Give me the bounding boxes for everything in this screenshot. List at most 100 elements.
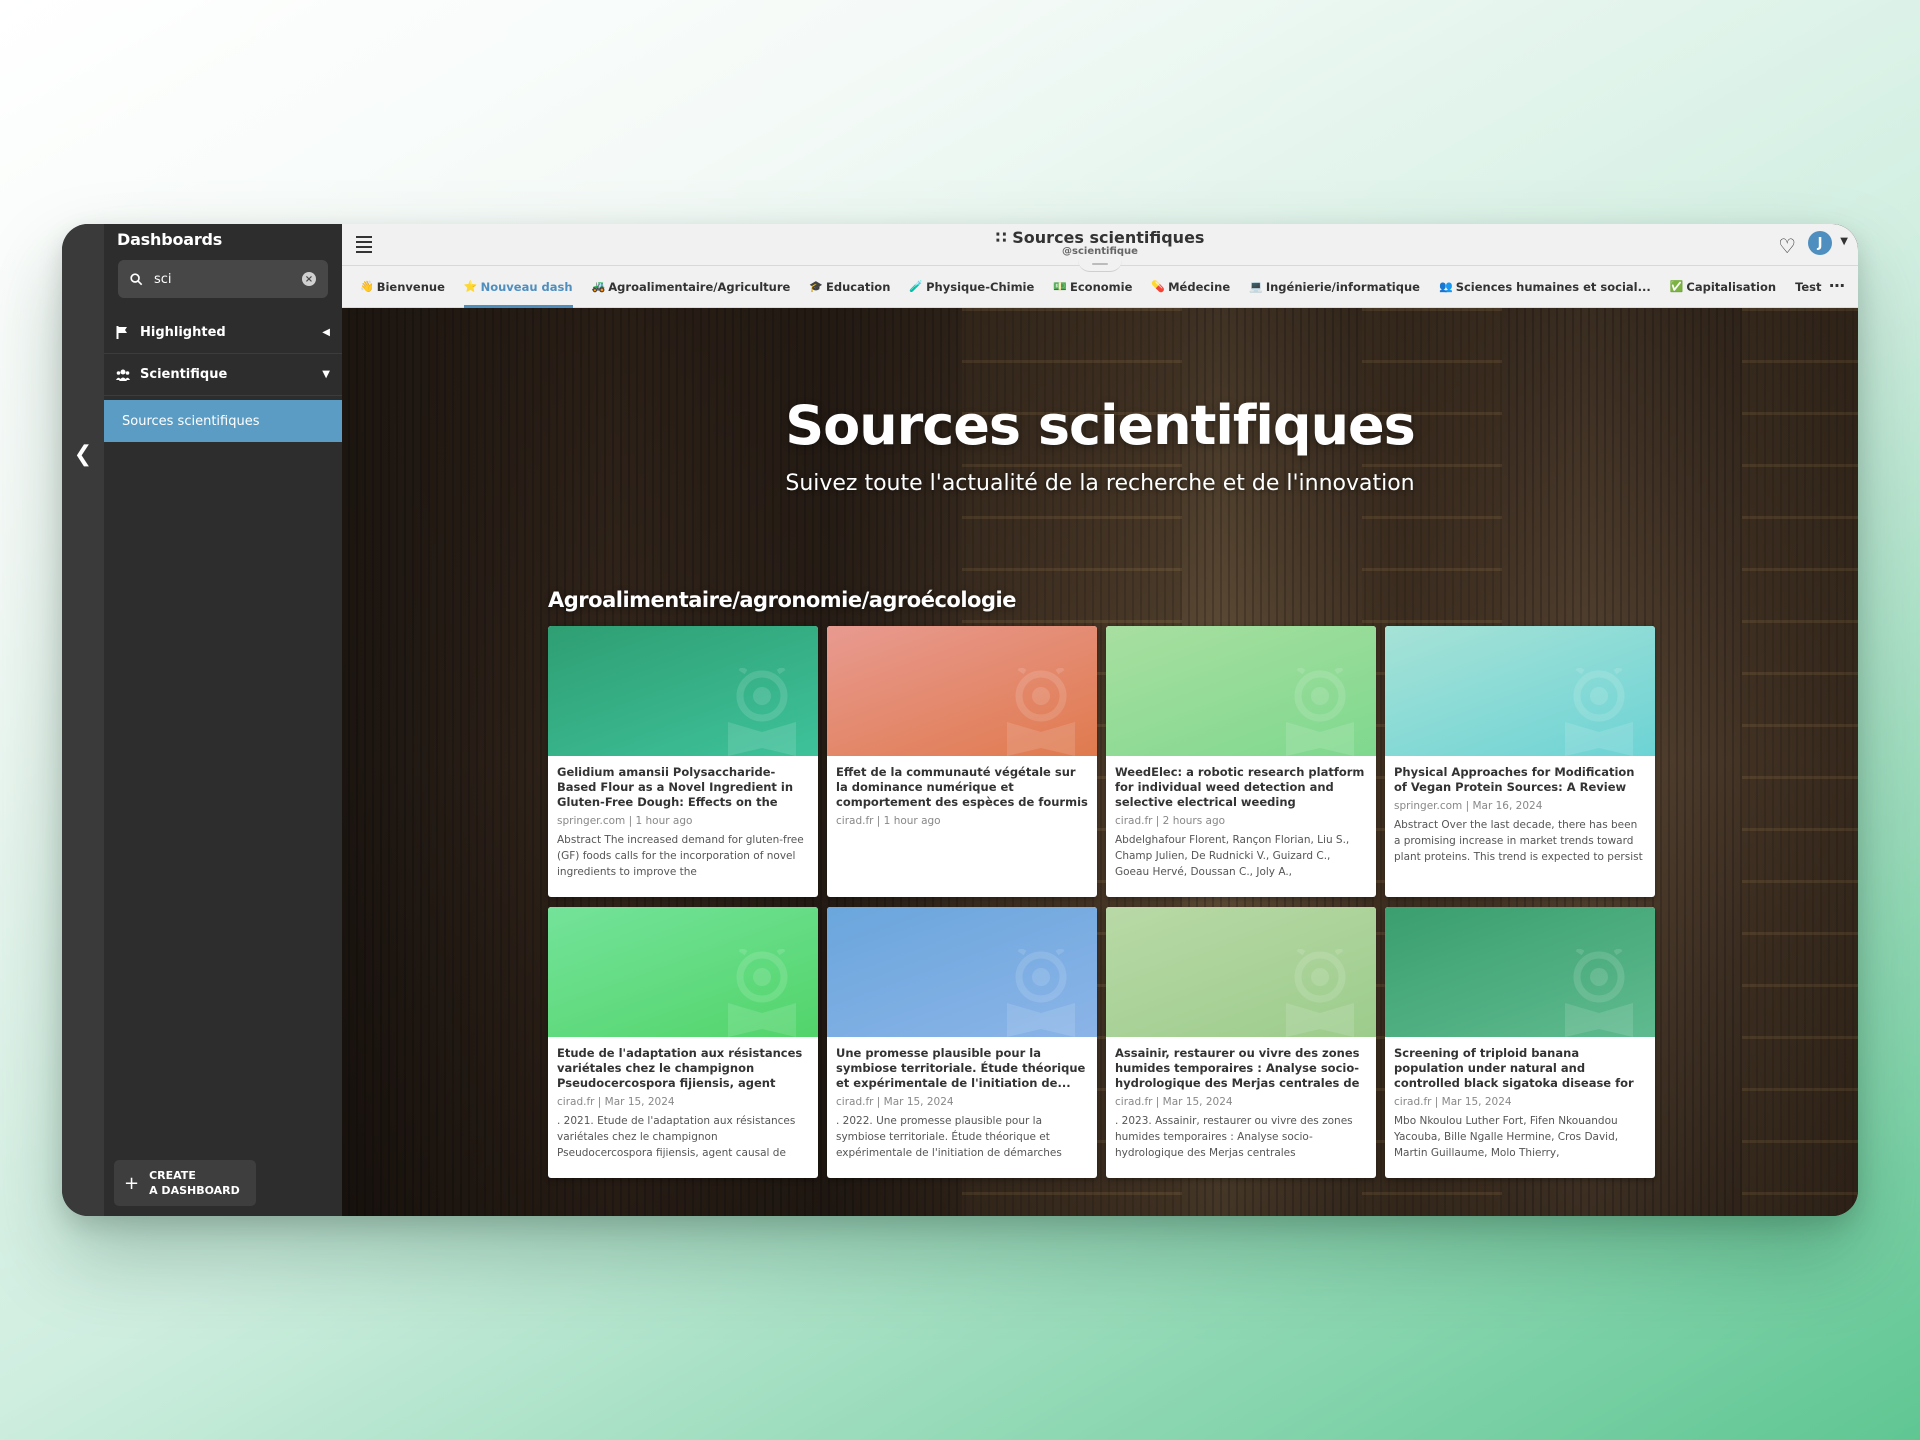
app-window: ❮ Dashboards × Highlighted ◀ Scientifiqu… <box>62 224 1858 1216</box>
article-card[interactable]: Gelidium amansii Polysaccharide-Based Fl… <box>548 626 818 897</box>
flag-icon <box>116 326 140 339</box>
article-meta: cirad.fr | Mar 15, 2024 <box>836 1096 954 1108</box>
article-card[interactable]: WeedElec: a robotic research platform fo… <box>1106 626 1376 897</box>
sidebar: Dashboards × Highlighted ◀ Scientifique … <box>104 224 342 1216</box>
sidebar-title: Dashboards <box>117 230 223 249</box>
hero-subtitle: Suivez toute l'actualité de la recherche… <box>785 471 1415 496</box>
wave-icon: 👋 <box>360 280 374 293</box>
mascot-icon <box>728 668 796 756</box>
dashboard-title: Sources scientifiques <box>1012 228 1205 247</box>
article-meta: cirad.fr | Mar 15, 2024 <box>557 1096 675 1108</box>
tab-test[interactable]: Test <box>1795 266 1821 308</box>
plus-icon: + <box>124 1172 140 1194</box>
article-excerpt: . 2022. Une promesse plausible pour la s… <box>836 1115 1062 1159</box>
search-icon <box>118 272 154 286</box>
article-grid: Gelidium amansii Polysaccharide-Based Fl… <box>548 626 1655 1178</box>
sidebar-item-sources-scientifiques[interactable]: Sources scientifiques <box>104 400 342 442</box>
article-title[interactable]: Physical Approaches for Modification of … <box>1394 765 1646 795</box>
article-thumbnail <box>1106 907 1376 1037</box>
tab-bar: 👋 Bienvenue ⭐ Nouveau dash 🚜 Agroalimentair… <box>342 266 1858 308</box>
mascot-icon <box>1565 949 1633 1037</box>
users-icon <box>116 369 140 381</box>
star-icon: ⭐ <box>463 280 478 293</box>
tab-nouveau-dash[interactable]: ⭐ Nouveau dash <box>463 266 573 308</box>
article-title[interactable]: Une promesse plausible pour la symbiose … <box>836 1046 1088 1091</box>
mascot-icon <box>1286 949 1354 1037</box>
article-meta: springer.com | 1 hour ago <box>557 815 693 827</box>
article-card[interactable]: Assainir, restaurer ou vivre des zones h… <box>1106 907 1376 1178</box>
article-title[interactable]: Effet de la communauté végétale sur la d… <box>836 765 1088 810</box>
article-thumbnail <box>827 626 1097 756</box>
sidebar-section-scientifique[interactable]: Scientifique ▼ <box>104 354 342 396</box>
article-excerpt: Mbo Nkoulou Luther Fort, Fifen Nkouandou… <box>1394 1115 1619 1159</box>
main-area: ∷ Sources scientifiques @scientifique ♡ … <box>342 224 1858 1216</box>
tab-bienvenue[interactable]: 👋 Bienvenue <box>360 266 445 308</box>
article-title[interactable]: Gelidium amansii Polysaccharide-Based Fl… <box>557 765 809 810</box>
article-meta: springer.com | Mar 16, 2024 <box>1394 800 1543 812</box>
create-dashboard-button[interactable]: + CREATE A DASHBOARD <box>114 1160 256 1206</box>
search-input[interactable] <box>154 271 284 287</box>
chevron-down-icon[interactable]: ▼ <box>1840 236 1848 247</box>
more-icon[interactable]: ⋯ <box>1829 276 1846 295</box>
article-card[interactable]: Etude de l'adaptation aux résistances va… <box>548 907 818 1178</box>
chevron-left-icon[interactable]: ❮ <box>71 442 95 467</box>
hero-title: Sources scientifiques <box>785 394 1416 457</box>
caret-left-icon: ◀ <box>322 327 330 338</box>
article-title[interactable]: Screening of triploid banana population … <box>1394 1046 1646 1091</box>
tab-physique-chimie[interactable]: 🧪 Physique-Chimie <box>909 266 1034 308</box>
article-excerpt: . 2021. Etude de l'adaptation aux résist… <box>557 1115 796 1159</box>
money-icon: 💵 <box>1053 280 1067 293</box>
article-card[interactable]: Effet de la communauté végétale sur la d… <box>827 626 1097 897</box>
article-thumbnail <box>1385 626 1655 756</box>
mascot-icon <box>1286 668 1354 756</box>
tab-sciences-humaines[interactable]: 👥 Sciences humaines et social... <box>1439 266 1651 308</box>
article-excerpt: Abdelghafour Florent, Rançon Florian, Li… <box>1115 834 1350 878</box>
article-excerpt: Abstract Over the last decade, there has… <box>1394 819 1643 863</box>
article-meta: cirad.fr | Mar 15, 2024 <box>1394 1096 1512 1108</box>
dashboard-header: ∷ Sources scientifiques @scientifique <box>342 228 1858 257</box>
caret-down-icon: ▼ <box>322 369 330 380</box>
pull-handle[interactable] <box>1078 260 1122 272</box>
article-excerpt: . 2023. Assainir, restaurer ou vivre des… <box>1115 1115 1353 1159</box>
tab-ingenierie[interactable]: 💻 Ingénierie/informatique <box>1249 266 1420 308</box>
article-excerpt: Abstract The increased demand for gluten… <box>557 834 804 878</box>
article-card[interactable]: Screening of triploid banana population … <box>1385 907 1655 1178</box>
article-thumbnail <box>1385 907 1655 1037</box>
avatar[interactable]: J <box>1808 231 1832 255</box>
mascot-icon <box>728 949 796 1037</box>
laptop-icon: 💻 <box>1249 280 1263 293</box>
clear-search-icon[interactable]: × <box>302 272 316 286</box>
article-card[interactable]: Physical Approaches for Modification of … <box>1385 626 1655 897</box>
article-thumbnail <box>548 907 818 1037</box>
sidebar-section-highlighted[interactable]: Highlighted ◀ <box>104 312 342 354</box>
checkmark-icon: ✅ <box>1669 280 1684 293</box>
section-title: Agroalimentaire/agronomie/agroécologie <box>548 588 1016 612</box>
tab-education[interactable]: 🎓 Education <box>809 266 890 308</box>
tractor-icon: 🚜 <box>591 280 606 293</box>
article-meta: cirad.fr | 2 hours ago <box>1115 815 1226 827</box>
tab-agroalimentaire[interactable]: 🚜 Agroalimentaire/Agriculture <box>592 266 791 308</box>
article-thumbnail <box>548 626 818 756</box>
tab-capitalisation[interactable]: ✅ Capitalisation <box>1670 266 1776 308</box>
collapse-rail: ❮ <box>62 224 104 1216</box>
grid-icon: ∷ <box>995 228 1007 247</box>
heart-icon[interactable]: ♡ <box>1778 234 1796 258</box>
search-box: × <box>118 260 328 298</box>
dashboard-handle: @scientifique <box>1062 246 1138 257</box>
mascot-icon <box>1565 668 1633 756</box>
sidebar-section-label: Scientifique <box>140 367 228 382</box>
article-card[interactable]: Une promesse plausible pour la symbiose … <box>827 907 1097 1178</box>
create-dashboard-label: CREATE A DASHBOARD <box>149 1169 240 1197</box>
people-icon: 👥 <box>1438 280 1453 293</box>
graduation-cap-icon: 🎓 <box>809 280 824 293</box>
tab-medecine[interactable]: 💊 Médecine <box>1151 266 1230 308</box>
article-meta: cirad.fr | 1 hour ago <box>836 815 941 827</box>
article-thumbnail <box>827 907 1097 1037</box>
article-title[interactable]: WeedElec: a robotic research platform fo… <box>1115 765 1367 810</box>
test-tube-icon: 🧪 <box>909 280 924 293</box>
article-title[interactable]: Etude de l'adaptation aux résistances va… <box>557 1046 809 1091</box>
article-thumbnail <box>1106 626 1376 756</box>
mascot-icon <box>1007 949 1075 1037</box>
pill-icon: 💊 <box>1151 280 1166 293</box>
article-title[interactable]: Assainir, restaurer ou vivre des zones h… <box>1115 1046 1367 1091</box>
